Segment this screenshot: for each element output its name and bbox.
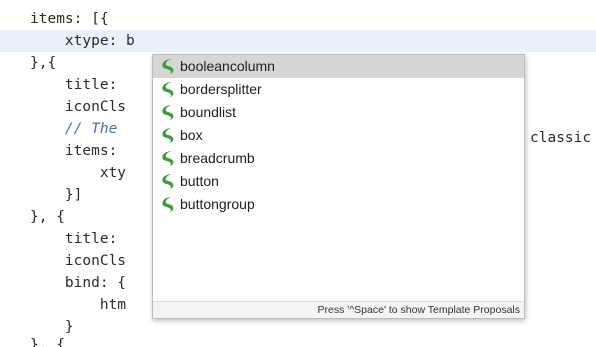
green-leaf-icon <box>162 128 174 144</box>
proposal-item[interactable]: button <box>153 170 524 193</box>
code-line: }, { <box>0 334 596 347</box>
code-editor[interactable]: items: [{ xtype: b },{ title: iconCls //… <box>0 0 596 347</box>
green-leaf-icon <box>162 151 174 167</box>
code-text: items: [{ <box>30 11 109 27</box>
autocomplete-popup[interactable]: booleancolumn bordersplitter boundlist b… <box>152 54 525 319</box>
proposal-item[interactable]: bordersplitter <box>153 78 524 101</box>
proposal-label: boundlist <box>180 104 237 120</box>
code-text: bind: { <box>30 275 127 291</box>
code-line-current: xtype: b <box>0 30 596 52</box>
code-text: xty <box>30 165 127 181</box>
code-text: htm <box>30 297 127 313</box>
green-leaf-icon <box>162 197 174 213</box>
proposal-item[interactable]: boundlist <box>153 101 524 124</box>
proposal-item-selected[interactable]: booleancolumn <box>153 55 524 78</box>
code-text: items: <box>30 143 118 159</box>
green-leaf-icon <box>162 174 174 190</box>
proposal-label: bordersplitter <box>180 81 262 97</box>
proposal-item[interactable]: box <box>153 124 524 147</box>
proposal-item[interactable]: breadcrumb <box>153 147 524 170</box>
code-text: }] <box>30 187 83 203</box>
code-text: }, { <box>30 209 65 225</box>
proposal-label: buttongroup <box>180 196 255 212</box>
proposal-label: booleancolumn <box>180 58 275 74</box>
code-text: iconCls <box>30 253 127 269</box>
code-line: items: [{ <box>0 8 596 30</box>
code-text: },{ <box>30 55 57 71</box>
code-text: title: <box>30 231 118 247</box>
green-leaf-icon <box>162 105 174 121</box>
proposal-label: breadcrumb <box>180 150 255 166</box>
green-leaf-icon <box>162 59 174 75</box>
code-overflow-text: classic <box>530 130 592 146</box>
green-leaf-icon <box>162 82 174 98</box>
proposal-label: box <box>180 127 203 143</box>
code-comment: // The <box>30 121 118 137</box>
code-text: xtype: b <box>30 33 135 49</box>
template-proposals-hint: Press '^Space' to show Template Proposal… <box>153 301 524 318</box>
proposal-item[interactable]: buttongroup <box>153 193 524 216</box>
code-text: }, { <box>30 337 65 347</box>
proposal-label: button <box>180 173 219 189</box>
code-text: title: <box>30 77 118 93</box>
code-text: iconCls <box>30 99 127 115</box>
